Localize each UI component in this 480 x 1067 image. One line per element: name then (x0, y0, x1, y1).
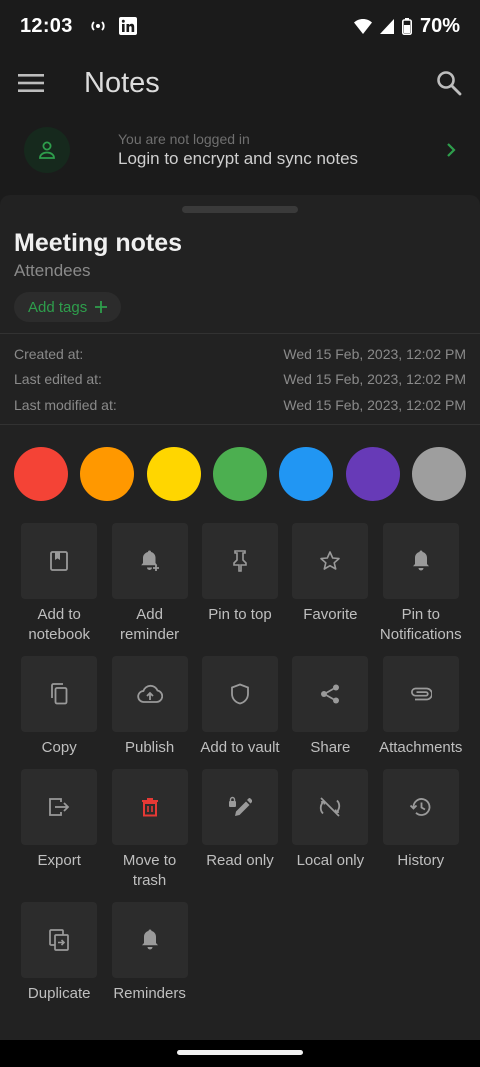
created-row: Created at: Wed 15 Feb, 2023, 12:02 PM (14, 341, 466, 367)
login-title: Login to encrypt and sync notes (118, 149, 359, 168)
action-label: Reminders (113, 985, 186, 1002)
action-label: Attachments (379, 739, 463, 756)
action-pin-to-notifications[interactable]: Pin to Notifications (376, 523, 466, 656)
notebook-icon (21, 523, 98, 599)
action-label: Pin to Notifications (379, 606, 462, 643)
share-icon (292, 656, 369, 732)
divider (0, 424, 480, 425)
action-add-to-vault[interactable]: Add to vault (195, 656, 285, 769)
history-icon (382, 769, 459, 845)
drag-handle[interactable] (182, 206, 298, 213)
action-label: Publish (124, 739, 175, 756)
wifi-icon (353, 18, 372, 34)
created-value: Wed 15 Feb, 2023, 12:02 PM (283, 345, 466, 362)
account-icon (24, 127, 70, 173)
action-attachments[interactable]: Attachments (376, 656, 466, 769)
signal-icon (379, 18, 394, 34)
color-picker (14, 447, 466, 501)
action-copy[interactable]: Copy (14, 656, 104, 769)
add-tags-label: Add tags (28, 298, 88, 316)
note-subtitle: Attendees (14, 261, 91, 280)
action-label: Copy (41, 739, 77, 756)
modified-label: Last modified at: (14, 396, 117, 413)
copy-icon (21, 656, 98, 732)
color-swatch[interactable] (146, 447, 201, 501)
action-label: Export (37, 852, 81, 869)
color-swatch[interactable] (279, 447, 334, 501)
login-banner[interactable]: You are not logged in Login to encrypt a… (0, 122, 480, 178)
battery-percent: 70% (419, 14, 460, 37)
color-swatch[interactable] (80, 447, 135, 501)
hotspot-icon (89, 18, 107, 34)
action-add-to-notebook[interactable]: Add to notebook (14, 523, 104, 656)
action-share[interactable]: Share (285, 656, 375, 769)
login-subtitle: You are not logged in (118, 131, 250, 147)
status-bar: 12:03 70% (0, 0, 480, 52)
menu-icon[interactable] (18, 73, 44, 93)
action-duplicate[interactable]: Duplicate (14, 902, 104, 1015)
app-bar: Notes (0, 52, 480, 114)
action-label: Add to vault (200, 739, 280, 756)
bell-icon (111, 902, 188, 978)
action-label: Duplicate (27, 985, 91, 1002)
plus-icon (95, 301, 108, 313)
action-label: Pin to top (208, 606, 272, 623)
action-pin-to-top[interactable]: Pin to top (195, 523, 285, 656)
pin-icon (201, 523, 278, 599)
action-add-reminder[interactable]: Add reminder (104, 523, 194, 656)
color-swatch[interactable] (212, 447, 267, 501)
star-icon (292, 523, 369, 599)
divider (0, 333, 480, 334)
action-label: History (397, 852, 445, 869)
gesture-nav-bar (0, 1040, 480, 1067)
modified-value: Wed 15 Feb, 2023, 12:02 PM (283, 396, 466, 413)
actions-grid: Add to notebook Add reminder Pin to top Fav… (14, 523, 466, 1015)
action-label: Local only (296, 852, 365, 869)
search-icon[interactable] (436, 70, 462, 96)
edited-label: Last edited at: (14, 371, 102, 388)
bell-icon (382, 523, 459, 599)
action-label: Move to trash (122, 852, 177, 889)
note-metadata: Created at: Wed 15 Feb, 2023, 12:02 PM L… (14, 341, 466, 418)
modified-row: Last modified at: Wed 15 Feb, 2023, 12:0… (14, 392, 466, 418)
cloud-upload-icon (111, 656, 188, 732)
action-favorite[interactable]: Favorite (285, 523, 375, 656)
battery-icon (401, 17, 412, 35)
home-gesture-pill[interactable] (177, 1050, 303, 1055)
status-time: 12:03 (20, 14, 73, 37)
action-local-only[interactable]: Local only (285, 769, 375, 902)
color-swatch[interactable] (345, 447, 400, 501)
action-label: Read only (206, 852, 274, 869)
action-label: Favorite (303, 606, 358, 623)
duplicate-icon (21, 902, 98, 978)
created-label: Created at: (14, 345, 84, 362)
edited-value: Wed 15 Feb, 2023, 12:02 PM (283, 371, 466, 388)
note-properties-sheet: Meeting notes Attendees Add tags Created… (0, 195, 480, 1040)
page-title: Notes (84, 66, 160, 99)
trash-icon (111, 769, 188, 845)
bell-plus-icon (111, 523, 188, 599)
action-read-only[interactable]: Read only (195, 769, 285, 902)
action-label: Add to notebook (28, 606, 91, 643)
note-title: Meeting notes (14, 229, 183, 257)
pencil-lock-icon (201, 769, 278, 845)
edited-row: Last edited at: Wed 15 Feb, 2023, 12:02 … (14, 367, 466, 393)
action-label: Add reminder (119, 606, 180, 643)
linkedin-icon (118, 17, 137, 35)
action-export[interactable]: Export (14, 769, 104, 902)
action-label: Share (310, 739, 351, 756)
paperclip-icon (382, 656, 459, 732)
export-icon (21, 769, 98, 845)
action-history[interactable]: History (376, 769, 466, 902)
shield-icon (201, 656, 278, 732)
action-move-to-trash[interactable]: Move to trash (104, 769, 194, 902)
action-reminders[interactable]: Reminders (104, 902, 194, 1015)
color-swatch[interactable] (14, 447, 68, 501)
sync-off-icon (292, 769, 369, 845)
color-swatch[interactable] (411, 447, 466, 501)
add-tags-button[interactable]: Add tags (14, 292, 122, 322)
chevron-right-icon (446, 142, 456, 158)
action-publish[interactable]: Publish (104, 656, 194, 769)
